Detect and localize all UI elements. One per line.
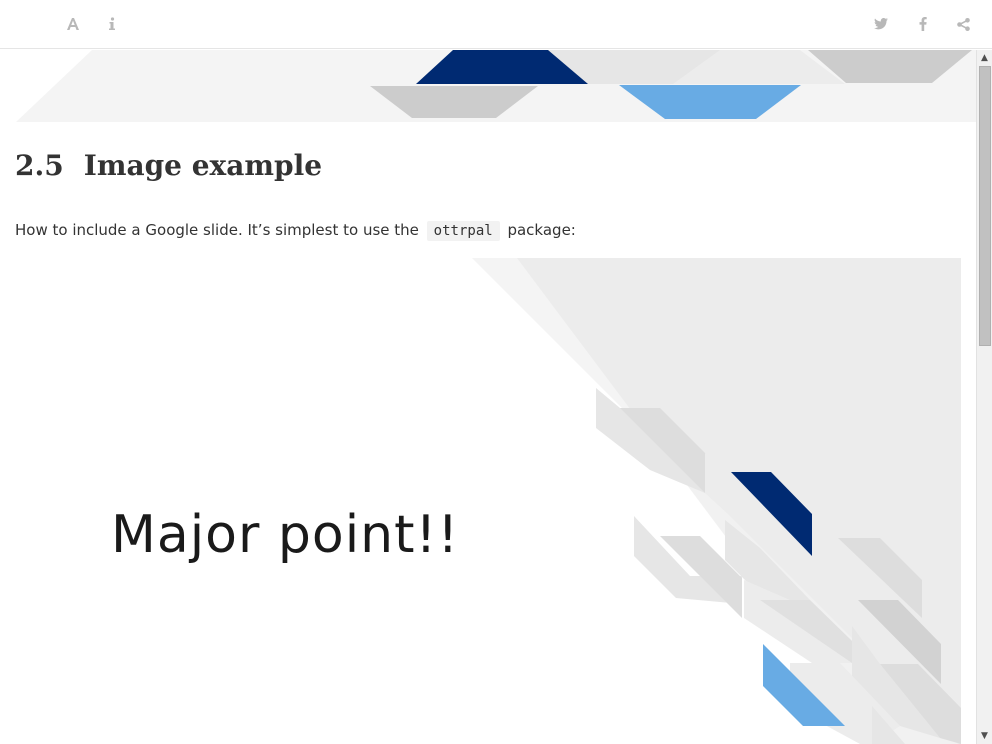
- section-heading: 2.5 Image example: [15, 148, 322, 184]
- package-name-code: ottrpal: [426, 221, 500, 241]
- font-settings-icon: [67, 18, 79, 30]
- twitter-icon: [874, 18, 888, 30]
- font-settings-button[interactable]: [61, 12, 85, 36]
- google-slide-image: Major point!!: [0, 258, 961, 744]
- twitter-share-button[interactable]: [869, 12, 893, 36]
- slide-graphic: [0, 258, 961, 744]
- share-button[interactable]: [951, 12, 975, 36]
- info-icon: [109, 17, 115, 30]
- slide-title-text: Major point!!: [111, 505, 460, 565]
- scroll-down-arrow[interactable]: ▼: [977, 729, 992, 743]
- intro-text: How to include a Google slide. It’s simp…: [15, 221, 419, 239]
- share-icon: [956, 17, 970, 31]
- facebook-icon: [919, 17, 927, 31]
- scroll-up-arrow[interactable]: ▲: [977, 51, 992, 65]
- vertical-scrollbar[interactable]: ▲ ▼: [976, 50, 992, 744]
- section-title: Image example: [83, 149, 323, 182]
- facebook-share-button[interactable]: [911, 12, 935, 36]
- scrollbar-thumb[interactable]: [979, 66, 991, 346]
- book-toolbar: [0, 0, 992, 49]
- section-number: 2.5: [15, 149, 64, 182]
- intro-text-end: package:: [507, 221, 576, 239]
- book-page-content: 2.5 Image example How to include a Google…: [0, 50, 976, 744]
- previous-slide-image: [16, 50, 976, 122]
- info-button[interactable]: [100, 12, 124, 36]
- intro-paragraph: How to include a Google slide. It’s simp…: [15, 219, 576, 242]
